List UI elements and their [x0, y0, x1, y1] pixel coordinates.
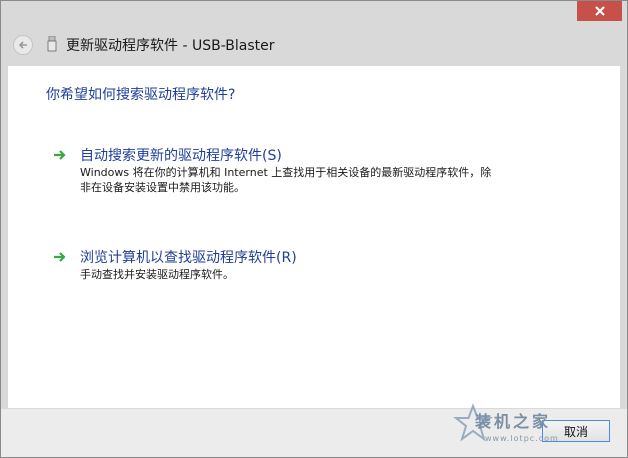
usb-device-icon: [47, 36, 57, 52]
option-title: 自动搜索更新的驱动程序软件(S): [80, 148, 282, 164]
watermark-url: www.lotpc.com: [485, 434, 559, 443]
page-heading: 你希望如何搜索驱动程序软件?: [46, 87, 236, 103]
window-title: 更新驱动程序软件 - USB-Blaster: [66, 38, 275, 54]
watermark-text: 装机之家: [475, 412, 552, 431]
green-arrow-icon: [54, 252, 66, 262]
option-title: 浏览计算机以查找驱动程序软件(R): [80, 250, 297, 266]
option-description: Windows 将在你的计算机和 Internet 上查找用于相关设备的最新驱动…: [80, 166, 492, 194]
close-icon: [594, 6, 605, 16]
close-button[interactable]: [577, 1, 622, 21]
content-panel: 你希望如何搜索驱动程序软件? 自动搜索更新的驱动程序软件(S) Windows …: [8, 66, 620, 408]
title-bar: 更新驱动程序软件 - USB-Blaster: [1, 23, 627, 63]
back-arrow-icon: [18, 41, 27, 49]
dialog-window: 更新驱动程序软件 - USB-Blaster 你希望如何搜索驱动程序软件? 自动…: [0, 0, 628, 458]
green-arrow-icon: [54, 150, 66, 160]
back-button[interactable]: [13, 35, 33, 55]
option-description: 手动查找并安装驱动程序软件。: [80, 268, 234, 281]
